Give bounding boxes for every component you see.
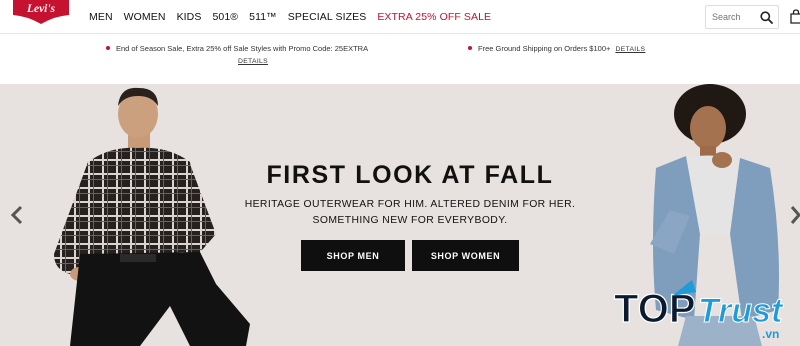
shop-women-button[interactable]: SHOP WOMEN: [412, 240, 519, 271]
watermark-suffix-text: .vn: [762, 327, 779, 341]
search-box: [705, 5, 779, 29]
nav-item-sale[interactable]: EXTRA 25% OFF SALE: [377, 11, 491, 23]
hero-subtitle-line-1: HERITAGE OUTERWEAR FOR HIM. ALTERED DENI…: [244, 199, 576, 210]
watermark-trust-text: Trust: [698, 292, 784, 330]
hero-subtitle-line-2: SOMETHING NEW FOR EVERYBODY.: [312, 215, 508, 226]
logo-text: Levi's: [26, 3, 56, 15]
nav-item-women[interactable]: WOMEN: [124, 11, 166, 23]
carousel-prev-icon[interactable]: [11, 205, 23, 225]
promo-sale-text: End of Season Sale, Extra 25% off Sale S…: [116, 44, 369, 53]
hero-banner: FIRST LOOK AT FALL HERITAGE OUTERWEAR FO…: [0, 84, 800, 346]
nav-item-511[interactable]: 511™: [249, 11, 277, 23]
bullet-icon: [468, 46, 472, 51]
hero-subtitle: HERITAGE OUTERWEAR FOR HIM. ALTERED DENI…: [0, 197, 800, 229]
nav-item-men[interactable]: MEN: [89, 11, 113, 23]
search-icon[interactable]: [760, 11, 773, 24]
shop-men-button[interactable]: SHOP MEN: [301, 240, 405, 271]
promo-strip: End of Season Sale, Extra 25% off Sale S…: [0, 34, 800, 84]
bullet-icon: [106, 46, 110, 51]
nav-item-501[interactable]: 501®: [212, 11, 238, 23]
nav-item-special-sizes[interactable]: SPECIAL SIZES: [288, 11, 367, 23]
promo-shipping-text: Free Ground Shipping on Orders $100+: [478, 44, 611, 53]
nav-item-kids[interactable]: KIDS: [177, 11, 202, 23]
search-input[interactable]: [706, 7, 758, 27]
main-nav: MEN WOMEN KIDS 501® 511™ SPECIAL SIZES E…: [89, 11, 502, 23]
promo-shipping-details-link[interactable]: DETAILS: [615, 46, 645, 53]
carousel-next-icon[interactable]: [790, 205, 800, 225]
cart-icon[interactable]: [790, 9, 800, 24]
toptrust-watermark: TOP Trust .vn: [613, 280, 785, 341]
hero-title: FIRST LOOK AT FALL: [266, 161, 554, 189]
promo-shipping: Free Ground Shipping on Orders $100+ DET…: [468, 44, 645, 53]
promo-sale: End of Season Sale, Extra 25% off Sale S…: [106, 44, 368, 65]
promo-sale-details-link[interactable]: DETAILS: [238, 58, 368, 65]
levis-logo[interactable]: Levi's: [12, 0, 70, 24]
site-header: Levi's MEN WOMEN KIDS 501® 511™ SPECIAL …: [0, 0, 800, 34]
